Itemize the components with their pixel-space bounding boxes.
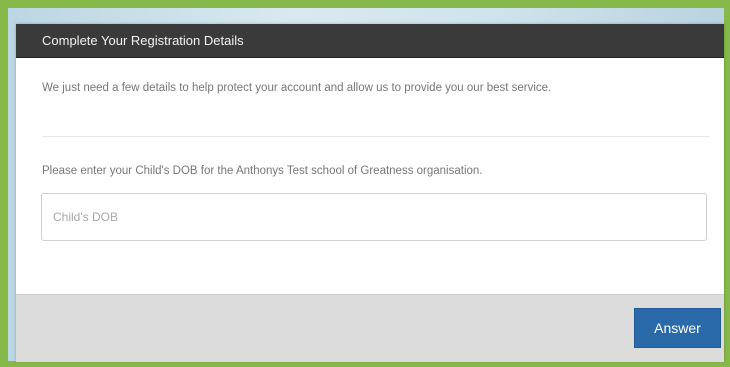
registration-modal: Complete Your Registration Details We ju… <box>16 24 724 362</box>
answer-button[interactable]: Answer <box>634 308 721 348</box>
dob-prompt-text: Please enter your Child's DOB for the An… <box>42 165 483 177</box>
modal-header: Complete Your Registration Details <box>16 24 724 58</box>
modal-title: Complete Your Registration Details <box>42 33 244 48</box>
divider <box>42 136 710 137</box>
child-dob-input[interactable] <box>41 193 707 241</box>
intro-text: We just need a few details to help prote… <box>42 82 552 94</box>
modal-footer: Answer <box>16 294 724 362</box>
